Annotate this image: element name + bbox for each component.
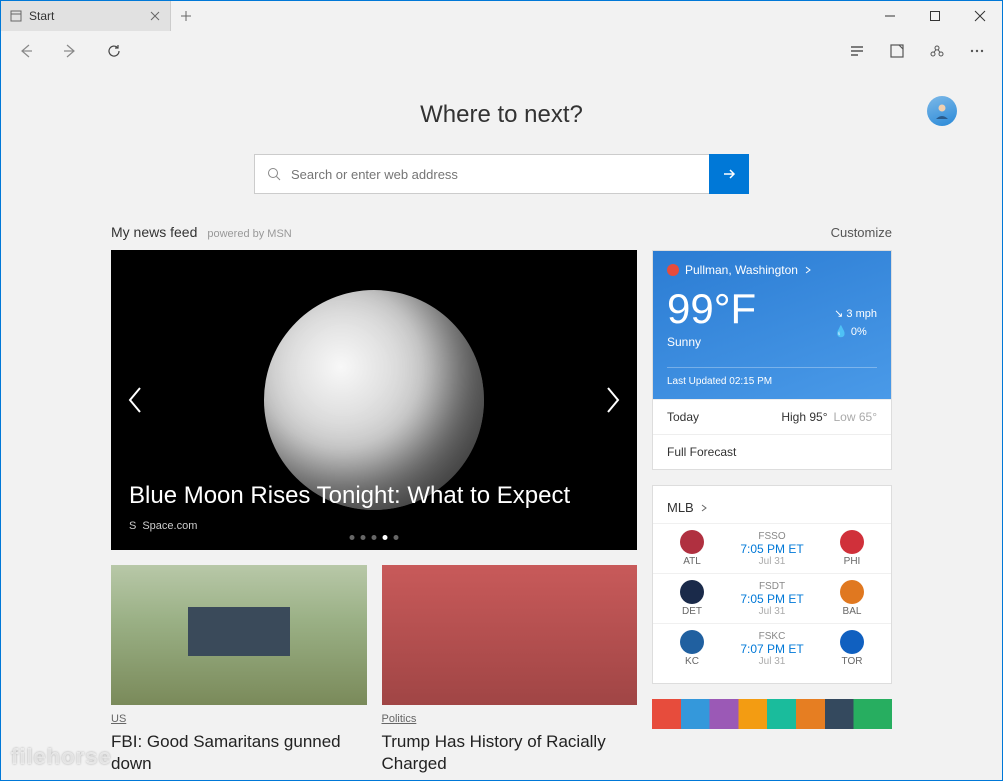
game-info: FSDT7:05 PM ETJul 31 xyxy=(721,581,823,617)
weather-location[interactable]: Pullman, Washington xyxy=(667,263,877,277)
game-row[interactable]: ATL FSSO7:05 PM ETJul 31 PHI xyxy=(653,523,891,573)
source-icon: S xyxy=(129,520,136,532)
weather-updated: Last Updated 02:15 PM xyxy=(667,367,877,387)
home-team: TOR xyxy=(827,630,877,667)
reading-list-button[interactable] xyxy=(842,36,872,66)
share-button[interactable] xyxy=(922,36,952,66)
feed-title: My news feed xyxy=(111,224,197,240)
hero-dot[interactable] xyxy=(361,535,366,540)
page-headline: Where to next? xyxy=(111,101,892,129)
more-button[interactable] xyxy=(962,36,992,66)
card-title: Trump Has History of Racially Charged xyxy=(382,731,638,775)
search-submit-button[interactable] xyxy=(709,154,749,194)
search-input[interactable] xyxy=(291,167,697,182)
titlebar: Start xyxy=(1,1,1002,31)
tab-label: Start xyxy=(29,9,142,23)
forward-button[interactable] xyxy=(55,36,85,66)
card-image xyxy=(111,565,367,705)
weather-widget[interactable]: Pullman, Washington 99°F Sunny ↘ 3 mph 💧… xyxy=(652,250,892,470)
sports-widget[interactable]: MLB ATL FSSO7:05 PM ETJul 31 PHI DET FSD… xyxy=(652,485,892,684)
start-page-content: Where to next? My news feed powered by M… xyxy=(1,71,1002,780)
team-logo-icon xyxy=(840,580,864,604)
hero-title: Blue Moon Rises Tonight: What to Expect xyxy=(129,482,619,510)
news-card[interactable]: Politics Trump Has History of Racially C… xyxy=(382,565,638,775)
chevron-right-icon xyxy=(804,266,812,274)
page-icon xyxy=(9,9,23,23)
away-team: ATL xyxy=(667,530,717,567)
team-logo-icon xyxy=(840,630,864,654)
home-team: BAL xyxy=(827,580,877,617)
customize-link[interactable]: Customize xyxy=(831,225,892,240)
search-icon xyxy=(267,167,281,181)
feed-header: My news feed powered by MSN Customize xyxy=(111,224,892,240)
team-logo-icon xyxy=(680,580,704,604)
sports-league[interactable]: MLB xyxy=(653,496,891,523)
humidity-icon: 💧 xyxy=(834,326,848,338)
team-logo-icon xyxy=(840,530,864,554)
hero-next-button[interactable] xyxy=(589,386,637,414)
team-logo-icon xyxy=(680,630,704,654)
game-row[interactable]: DET FSDT7:05 PM ETJul 31 BAL xyxy=(653,573,891,623)
weather-details: ↘ 3 mph 💧 0% xyxy=(834,306,877,341)
away-team: DET xyxy=(667,580,717,617)
full-forecast-link[interactable]: Full Forecast xyxy=(653,434,891,469)
weather-today-row[interactable]: Today High 95° Low 65° xyxy=(653,399,891,434)
home-team: PHI xyxy=(827,530,877,567)
search-container xyxy=(254,154,749,194)
hero-source: SSpace.com xyxy=(129,520,619,532)
refresh-button[interactable] xyxy=(99,36,129,66)
feed-subtitle: powered by MSN xyxy=(207,228,291,240)
hero-dot[interactable] xyxy=(394,535,399,540)
wind-icon: ↘ xyxy=(834,308,843,320)
navbar xyxy=(1,31,1002,71)
card-image xyxy=(382,565,638,705)
close-window-button[interactable] xyxy=(957,1,1002,31)
search-box[interactable] xyxy=(254,154,709,194)
game-row[interactable]: KC FSKC7:07 PM ETJul 31 TOR xyxy=(653,623,891,673)
back-button[interactable] xyxy=(11,36,41,66)
team-logo-icon xyxy=(680,530,704,554)
card-category[interactable]: US xyxy=(111,713,126,725)
new-tab-button[interactable] xyxy=(171,1,201,31)
window-controls xyxy=(867,1,1002,31)
card-category[interactable]: Politics xyxy=(382,713,417,725)
news-card[interactable]: US FBI: Good Samaritans gunned down xyxy=(111,565,367,775)
web-note-button[interactable] xyxy=(882,36,912,66)
hero-dot[interactable] xyxy=(350,535,355,540)
hero-prev-button[interactable] xyxy=(111,386,159,414)
game-info: FSSO7:05 PM ETJul 31 xyxy=(721,531,823,567)
browser-tab[interactable]: Start xyxy=(1,1,171,31)
tab-close-button[interactable] xyxy=(148,9,162,23)
hero-dot[interactable] xyxy=(372,535,377,540)
game-info: FSKC7:07 PM ETJul 31 xyxy=(721,631,823,667)
away-team: KC xyxy=(667,630,717,667)
card-title: FBI: Good Samaritans gunned down xyxy=(111,731,367,775)
weather-alert-icon xyxy=(667,264,679,276)
chevron-right-icon xyxy=(700,504,708,512)
moon-icon xyxy=(264,290,484,510)
hero-pagination xyxy=(350,535,399,540)
hero-dot[interactable] xyxy=(383,535,388,540)
tile-strip[interactable] xyxy=(652,699,892,729)
maximize-button[interactable] xyxy=(912,1,957,31)
hero-card[interactable]: Blue Moon Rises Tonight: What to Expect … xyxy=(111,250,637,550)
minimize-button[interactable] xyxy=(867,1,912,31)
